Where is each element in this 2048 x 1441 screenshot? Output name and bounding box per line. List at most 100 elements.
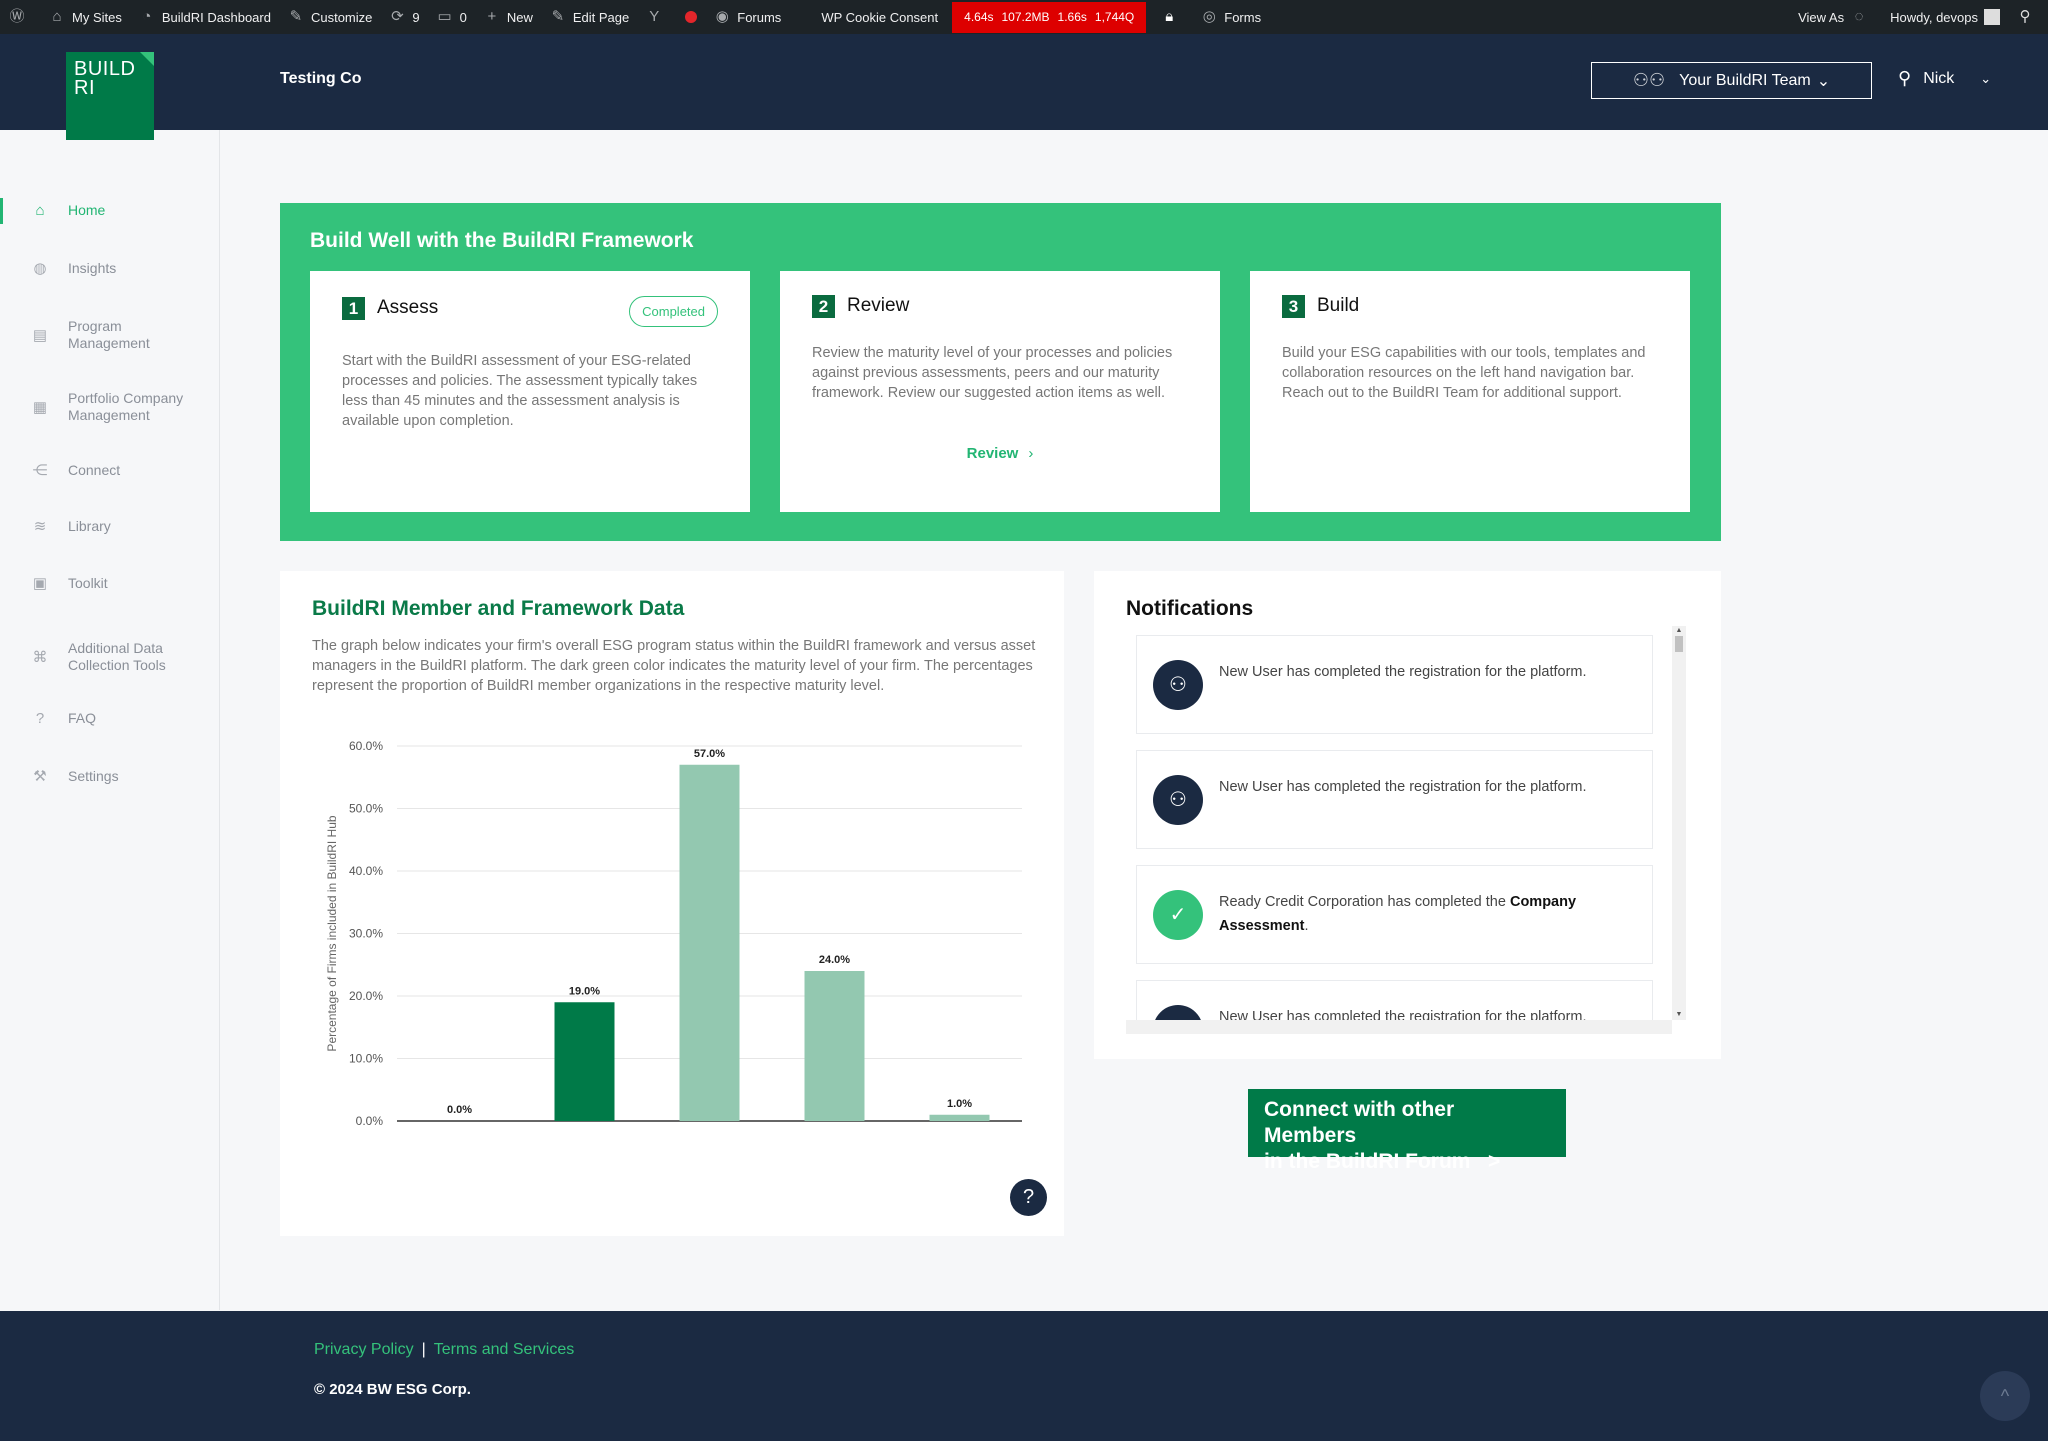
admin-bar-label: Forums (737, 9, 782, 25)
sidebar-item-label: Library (68, 517, 111, 534)
perf-memory: 107.2MB (1001, 10, 1050, 24)
forum-button-line2: in the BuildRI Forum > (1264, 1150, 1501, 1173)
bar-value-label: 0.0% (447, 1104, 472, 1116)
yoast-icon: Y (649, 8, 660, 25)
sidebar-item-connect[interactable]: ⋲ Connect (0, 461, 220, 480)
sidebar-item-settings[interactable]: ⚒ Settings (0, 767, 220, 786)
copyright: © 2024 BW ESG Corp. (314, 1381, 471, 1398)
sidebar-item-faq[interactable]: ? FAQ (0, 710, 220, 727)
team-icon: ⚇⚇ (1632, 70, 1666, 90)
sidebar-item-portfolio-company-management[interactable]: ▦ Portfolio Company Management (0, 390, 220, 424)
user-menu[interactable]: ⚲ Nick ⌄ (1898, 68, 1991, 89)
admin-bar-item[interactable]: ▭ 0 (428, 0, 475, 34)
notification-item[interactable]: ⚇ New User has completed the registration… (1136, 750, 1653, 849)
framework-title: Build Well with the BuildRI Framework (310, 229, 694, 252)
toolkit-icon: ▣ (32, 575, 48, 592)
connect-icon: ⋲ (32, 462, 48, 479)
perf-time: 4.64s (964, 10, 994, 24)
admin-bar-item[interactable]: ✎ Customize (279, 0, 380, 34)
customize-icon: ✎ (289, 8, 303, 25)
y-axis-label: Percentage of Firms included in BuildRI … (325, 815, 339, 1051)
maturity-bar-chart: 0.0% 10.0% 20.0% 30.0% 40.0% 50.0% 60.0% Percen… (325, 739, 1022, 1128)
admin-bar-label: My Sites (72, 9, 122, 25)
notification-text: Ready Credit Corporation has completed t… (1219, 890, 1629, 938)
lock-icon[interactable]: 🔒︎ (1152, 0, 1192, 34)
bar-value-label: 1.0% (947, 1098, 972, 1110)
notifications-list[interactable]: ⚇ New User has completed the registration… (1126, 624, 1689, 1032)
admin-bar-label: Edit Page (572, 9, 630, 25)
admin-bar-item[interactable]: ◔ BuildRI Dashboard (130, 0, 279, 34)
home-icon: ⌂ (35, 202, 45, 219)
user-icon: ⚲ (1898, 68, 1912, 88)
notification-text-part: Ready Credit Corporation has completed t… (1219, 894, 1510, 910)
admin-bar-item[interactable]: + New (475, 0, 541, 34)
sidebar-item-library[interactable]: ≋ Library (0, 517, 220, 536)
buildri-logo[interactable]: BUILD RI (66, 52, 154, 140)
terms-link[interactable]: Terms and Services (434, 1341, 575, 1358)
admin-bar-search[interactable]: ⚲ (2008, 0, 2048, 34)
admin-bar-howdy[interactable]: Howdy, devops (1882, 0, 2008, 34)
sidebar-item-program-management[interactable]: ▤ Program Management (0, 318, 220, 352)
sidebar-item-additional-data-collection-tools[interactable]: ⌘ Additional Data Collection Tools (0, 640, 220, 674)
back-to-top-button[interactable]: ^ (1980, 1371, 2030, 1421)
admin-bar-label: New (506, 9, 533, 25)
scroll-thumb[interactable] (1675, 636, 1683, 652)
sidebar-item-label: Settings (68, 767, 119, 784)
y-tick-label: 10.0% (349, 1052, 383, 1066)
sidebar-item-label: FAQ (68, 710, 97, 726)
new-icon: + (487, 8, 497, 25)
search-icon: ⚲ (2019, 8, 2031, 25)
scroll-up-icon[interactable]: ▲ (1672, 626, 1686, 636)
footer-separator: | (421, 1341, 426, 1358)
bar-value-label: 24.0% (819, 954, 850, 966)
notification-text-part: . (1304, 918, 1309, 934)
admin-bar-item[interactable]: WP Cookie Consent (789, 0, 946, 34)
admin-bar-view-as[interactable]: View As ◌ (1790, 0, 1882, 34)
scroll-down-icon[interactable]: ▼ (1672, 1010, 1686, 1020)
admin-bar-item[interactable]: ⌂ My Sites (40, 0, 130, 34)
admin-bar-item[interactable]: ⟳ 9 (380, 0, 427, 34)
forums-icon: ◉ (715, 8, 729, 25)
bar-value-label: 57.0% (694, 748, 725, 760)
forum-connect-button[interactable]: Connect with other Members in the BuildR… (1248, 1089, 1566, 1173)
notifications-hscrollbar[interactable] (1126, 1020, 1672, 1034)
notifications-card: Notifications ⚇ New User has completed th… (1094, 571, 1721, 1059)
globe-icon: ◍ (33, 260, 47, 277)
sidebar-item-insights[interactable]: ◍ Insights (0, 259, 220, 278)
query-monitor-stats[interactable]: 4.64s 107.2MB 1.66s 1,744Q (952, 1, 1147, 33)
admin-bar-item[interactable]: ✎ Edit Page (541, 0, 637, 34)
team-button-label: Your BuildRI Team (1679, 71, 1811, 89)
portfolio-icon: ▦ (32, 399, 48, 416)
sidebar-item-home[interactable]: ⌂ Home (0, 198, 220, 224)
review-link[interactable]: Review › (780, 445, 1220, 462)
my-sites-icon: ⌂ (52, 8, 62, 25)
chart-bar (804, 971, 865, 1121)
edit-icon: ✎ (551, 8, 565, 25)
admin-bar-item[interactable]: ◉ Forums (705, 0, 789, 34)
privacy-policy-link[interactable]: Privacy Policy (314, 1341, 414, 1358)
notification-text: New User has completed the registration … (1219, 775, 1629, 799)
admin-bar-forms[interactable]: ◎ Forms (1192, 0, 1269, 34)
admin-bar-item[interactable]: Y (637, 0, 677, 34)
notification-item[interactable]: ✓ Ready Credit Corporation has completed … (1136, 865, 1653, 964)
site-footer: Privacy Policy | Terms and Services © 2024… (0, 1311, 2048, 1441)
admin-bar-label: BuildRI Dashboard (161, 9, 271, 25)
check-circle-icon: ✓ (1153, 890, 1203, 940)
sidebar-item-label: Connect (68, 461, 121, 478)
notifications-scrollbar[interactable]: ▲ ▼ (1672, 626, 1686, 1020)
notification-item[interactable]: ⚇ New User has completed the registration… (1136, 635, 1653, 734)
admin-bar-label: Customize (310, 9, 373, 25)
help-button[interactable]: ? (1010, 1179, 1047, 1216)
chevron-down-icon: ⌄ (1816, 72, 1831, 90)
step-number: 2 (812, 295, 835, 318)
user-name: Nick (1923, 69, 1955, 87)
sidebar-item-label: Additional Data Collection Tools (68, 640, 166, 673)
sidebar-item-label: Toolkit (68, 574, 108, 591)
wrench-icon: ⚒ (33, 768, 47, 785)
chart-bar (929, 1114, 990, 1121)
admin-bar-item[interactable]: Ⓦ (0, 0, 40, 34)
team-dropdown-button[interactable]: ⚇⚇ Your BuildRI Team ⌄ (1591, 62, 1872, 99)
faq-icon: ? (35, 710, 45, 727)
sidebar-item-toolkit[interactable]: ▣ Toolkit (0, 574, 220, 593)
bar-value-label: 19.0% (569, 985, 600, 997)
